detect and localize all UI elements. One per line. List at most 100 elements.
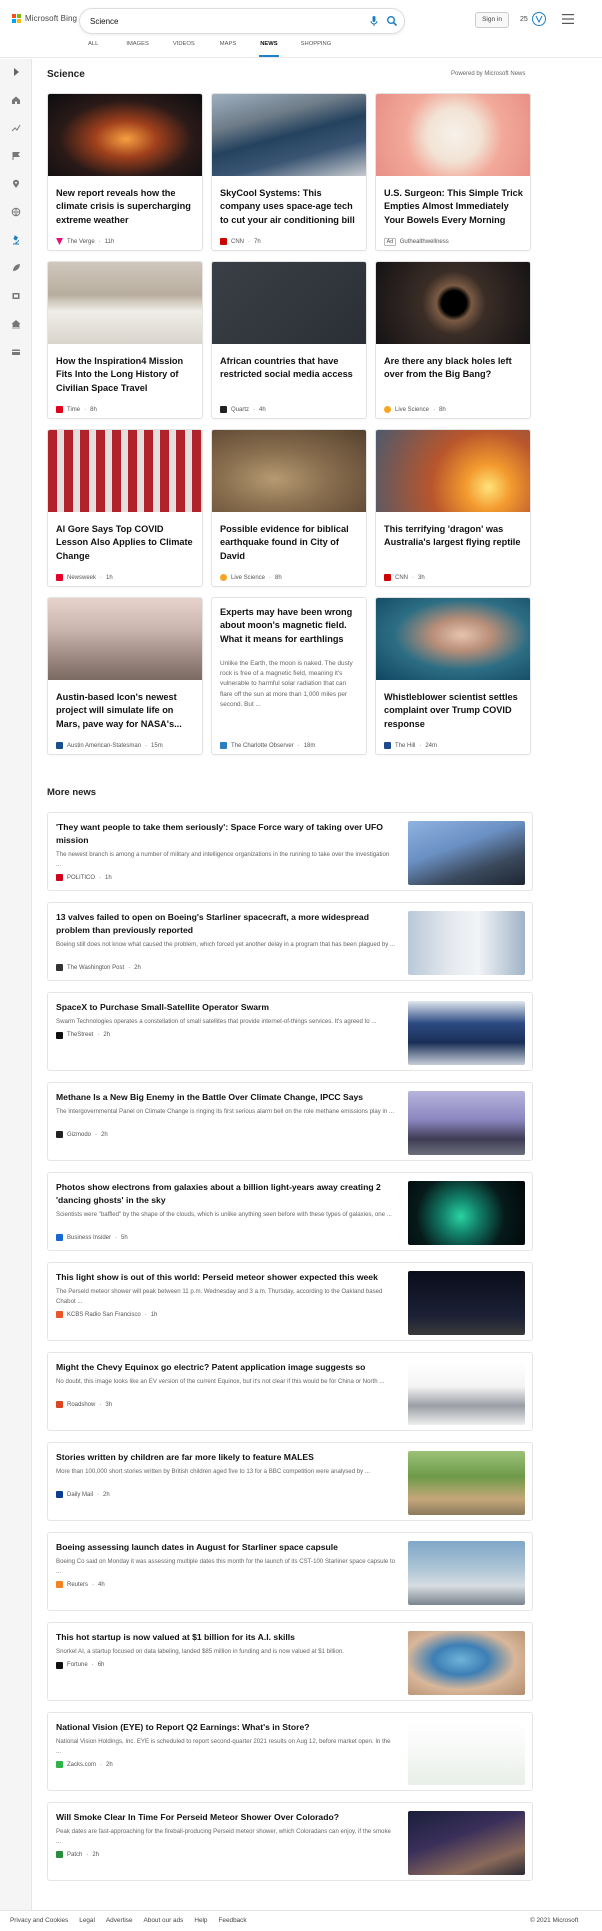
card-title[interactable]: How the Inspiration4 Mission Fits Into t… [56, 355, 196, 395]
footer-link-help[interactable]: Help [194, 1917, 207, 1924]
source-name[interactable]: POLITICO [67, 875, 95, 881]
card-title[interactable]: U.S. Surgeon: This Simple Trick Empties … [384, 187, 524, 227]
row-image[interactable] [408, 1271, 525, 1335]
source-name[interactable]: Live Science [395, 407, 429, 413]
row-title[interactable]: This hot startup is now valued at $1 bil… [56, 1631, 396, 1644]
rewards-medal-icon[interactable] [531, 11, 547, 27]
source-name[interactable]: CNN [395, 575, 408, 581]
row-image[interactable] [408, 1541, 525, 1605]
news-card[interactable]: U.S. Surgeon: This Simple Trick Empties … [375, 93, 531, 251]
sidebar-item-local[interactable] [9, 177, 23, 191]
row-image[interactable] [408, 1631, 525, 1695]
news-card[interactable]: Whistleblower scientist settles complain… [375, 597, 531, 755]
card-title[interactable]: Austin-based Icon's newest project will … [56, 691, 196, 731]
news-row[interactable]: Stories written by children are far more… [47, 1442, 533, 1521]
source-name[interactable]: Daily Mail [67, 1492, 93, 1498]
row-image[interactable] [408, 1811, 525, 1875]
news-row[interactable]: National Vision (EYE) to Report Q2 Earni… [47, 1712, 533, 1791]
source-name[interactable]: Patch [67, 1852, 82, 1858]
source-name[interactable]: Live Science [231, 575, 265, 581]
card-title[interactable]: African countries that have restricted s… [220, 355, 360, 382]
news-row[interactable]: Might the Chevy Equinox go electric? Pat… [47, 1352, 533, 1431]
bing-logo[interactable]: Microsoft Bing [12, 14, 77, 23]
tab-all[interactable]: ALL [88, 40, 98, 57]
footer-link-feedback[interactable]: Feedback [219, 1917, 247, 1924]
news-row[interactable]: Will Smoke Clear In Time For Perseid Met… [47, 1802, 533, 1881]
source-name[interactable]: Roadshow [67, 1402, 95, 1408]
row-image[interactable] [408, 911, 525, 975]
row-title[interactable]: Might the Chevy Equinox go electric? Pat… [56, 1361, 396, 1374]
news-row[interactable]: 13 valves failed to open on Boeing's Sta… [47, 902, 533, 981]
news-card[interactable]: Experts may have been wrong about moon's… [211, 597, 367, 755]
news-row[interactable]: Boeing assessing launch dates in August … [47, 1532, 533, 1611]
card-title[interactable]: Are there any black holes left over from… [384, 355, 524, 382]
source-name[interactable]: The Washington Post [67, 965, 124, 971]
source-name[interactable]: The Hill [395, 743, 415, 749]
source-name[interactable]: Newsweek [67, 575, 96, 581]
row-title[interactable]: SpaceX to Purchase Small-Satellite Opera… [56, 1001, 396, 1014]
source-name[interactable]: The Charlotte Observer [231, 743, 294, 749]
search-icon[interactable] [386, 15, 398, 27]
news-card[interactable]: Al Gore Says Top COVID Lesson Also Appli… [47, 429, 203, 587]
card-title[interactable]: Experts may have been wrong about moon's… [220, 606, 360, 646]
source-name[interactable]: Gizmodo [67, 1132, 91, 1138]
row-title[interactable]: National Vision (EYE) to Report Q2 Earni… [56, 1721, 396, 1734]
row-image[interactable] [408, 1721, 525, 1785]
row-image[interactable] [408, 1361, 525, 1425]
row-image[interactable] [408, 1181, 525, 1245]
news-card[interactable]: New report reveals how the climate crisi… [47, 93, 203, 251]
sidebar-item-science[interactable] [9, 233, 23, 247]
source-name[interactable]: TheStreet [67, 1032, 93, 1038]
microphone-icon[interactable] [368, 15, 380, 27]
row-title[interactable]: Boeing assessing launch dates in August … [56, 1541, 396, 1554]
tab-videos[interactable]: VIDEOS [173, 40, 195, 57]
source-name[interactable]: Quartz [231, 407, 249, 413]
sidebar-item-home[interactable] [9, 93, 23, 107]
rewards-points[interactable]: 25 [520, 16, 528, 23]
source-name[interactable]: Reuters [67, 1582, 88, 1588]
source-name[interactable]: Time [67, 407, 80, 413]
row-image[interactable] [408, 1451, 525, 1515]
tab-maps[interactable]: MAPS [220, 40, 236, 57]
row-title[interactable]: Will Smoke Clear In Time For Perseid Met… [56, 1811, 396, 1824]
news-row[interactable]: Methane Is a New Big Enemy in the Battle… [47, 1082, 533, 1161]
card-title[interactable]: SkyCool Systems: This company uses space… [220, 187, 360, 227]
card-title[interactable]: New report reveals how the climate crisi… [56, 187, 196, 227]
news-card[interactable]: SkyCool Systems: This company uses space… [211, 93, 367, 251]
sidebar-item-politics[interactable] [9, 317, 23, 331]
news-card[interactable]: Are there any black holes left over from… [375, 261, 531, 419]
news-row[interactable]: SpaceX to Purchase Small-Satellite Opera… [47, 992, 533, 1071]
row-title[interactable]: 'They want people to take them seriously… [56, 821, 396, 847]
tab-shopping[interactable]: SHOPPING [301, 40, 332, 57]
news-card[interactable]: How the Inspiration4 Mission Fits Into t… [47, 261, 203, 419]
source-name[interactable]: Business Insider [67, 1235, 111, 1241]
sidebar-item-world[interactable] [9, 205, 23, 219]
footer-link-legal[interactable]: Legal [79, 1917, 95, 1924]
card-title[interactable]: Possible evidence for biblical earthquak… [220, 523, 360, 563]
source-name[interactable]: Zacks.com [67, 1762, 96, 1768]
row-title[interactable]: 13 valves failed to open on Boeing's Sta… [56, 911, 396, 937]
news-card[interactable]: Austin-based Icon's newest project will … [47, 597, 203, 755]
expand-sidebar-button[interactable] [9, 65, 23, 79]
sidebar-item-technology[interactable] [9, 261, 23, 275]
powered-by-label[interactable]: Powered by Microsoft News [451, 71, 525, 77]
search-input[interactable] [90, 14, 350, 28]
tab-images[interactable]: IMAGES [126, 40, 149, 57]
sidebar-item-entertainment[interactable] [9, 289, 23, 303]
news-row[interactable]: This light show is out of this world: Pe… [47, 1262, 533, 1341]
card-title[interactable]: Whistleblower scientist settles complain… [384, 691, 524, 731]
source-name[interactable]: The Verge [67, 239, 95, 245]
card-title[interactable]: Al Gore Says Top COVID Lesson Also Appli… [56, 523, 196, 563]
news-row[interactable]: This hot startup is now valued at $1 bil… [47, 1622, 533, 1701]
card-title[interactable]: This terrifying 'dragon' was Australia's… [384, 523, 524, 550]
row-image[interactable] [408, 1001, 525, 1065]
hamburger-menu-icon[interactable] [562, 14, 574, 24]
row-image[interactable] [408, 821, 525, 885]
row-title[interactable]: Stories written by children are far more… [56, 1451, 396, 1464]
footer-link-advertise[interactable]: Advertise [106, 1917, 133, 1924]
sidebar-item-us[interactable] [9, 149, 23, 163]
source-name[interactable]: Fortune [67, 1662, 88, 1668]
news-card[interactable]: African countries that have restricted s… [211, 261, 367, 419]
source-name[interactable]: Austin American-Statesman [67, 743, 141, 749]
tab-news[interactable]: NEWS [259, 40, 280, 57]
